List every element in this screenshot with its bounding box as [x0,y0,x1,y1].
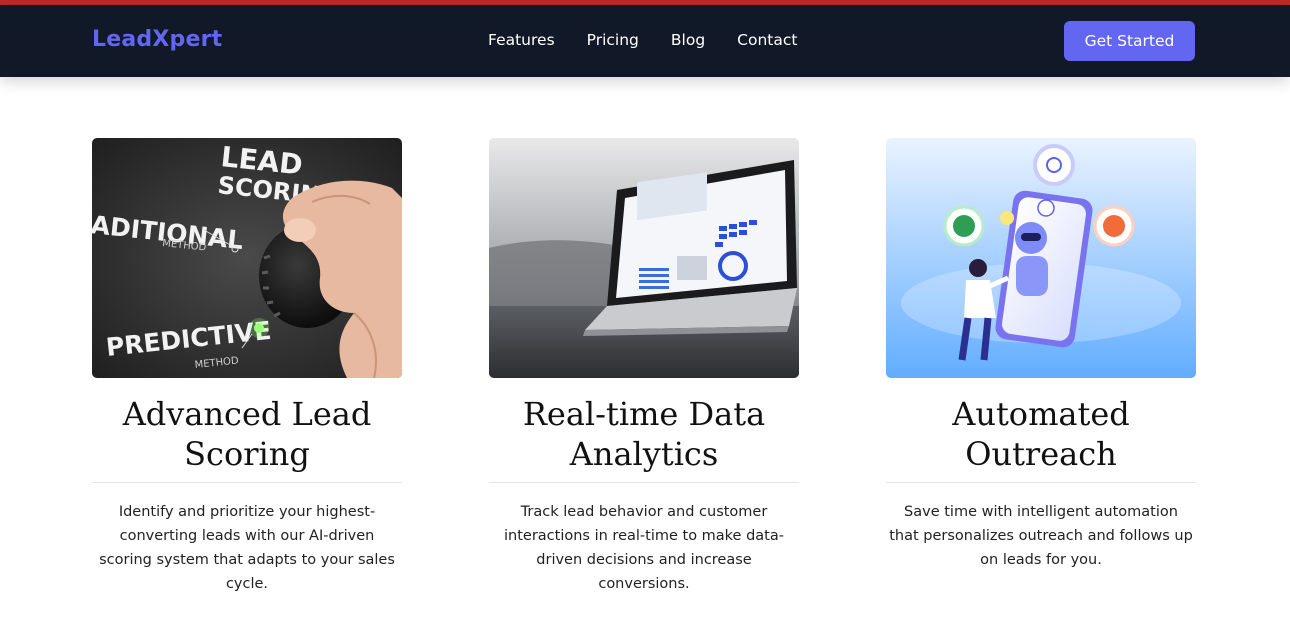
feature-card-outreach: Automated Outreach Save time with intell… [886,138,1196,572]
card-description: Track lead behavior and customer interac… [504,504,784,592]
card-title: Advanced Lead Scoring [122,395,372,473]
feature-card-analytics: Real-time Data Analytics Track lead beha… [489,138,799,596]
brand-logo[interactable]: LeadXpert [92,27,222,52]
main-nav: Features Pricing Blog Contact [488,31,829,49]
card-description: Save time with intelligent automation th… [889,504,1193,568]
nav-link-blog[interactable]: Blog [671,31,705,49]
navbar: LeadXpert Features Pricing Blog Contact … [0,5,1290,77]
divider [489,482,799,483]
nav-link-features[interactable]: Features [488,31,555,49]
analytics-laptop-image [489,138,799,378]
card-title: Real-time Data Analytics [522,395,766,473]
lead-scoring-image: LEAD SCORING ADITIONAL METHOD PREDICTIVE… [92,138,402,378]
nav-link-pricing[interactable]: Pricing [587,31,639,49]
card-description: Identify and prioritize your highest-con… [99,504,395,592]
nav-link-contact[interactable]: Contact [737,31,797,49]
card-title: Automated Outreach [952,395,1130,473]
get-started-button[interactable]: Get Started [1064,21,1195,61]
divider [92,482,402,483]
divider [886,482,1196,483]
feature-card-lead-scoring: LEAD SCORING ADITIONAL METHOD PREDICTIVE… [92,138,402,596]
outreach-illustration-image [886,138,1196,378]
